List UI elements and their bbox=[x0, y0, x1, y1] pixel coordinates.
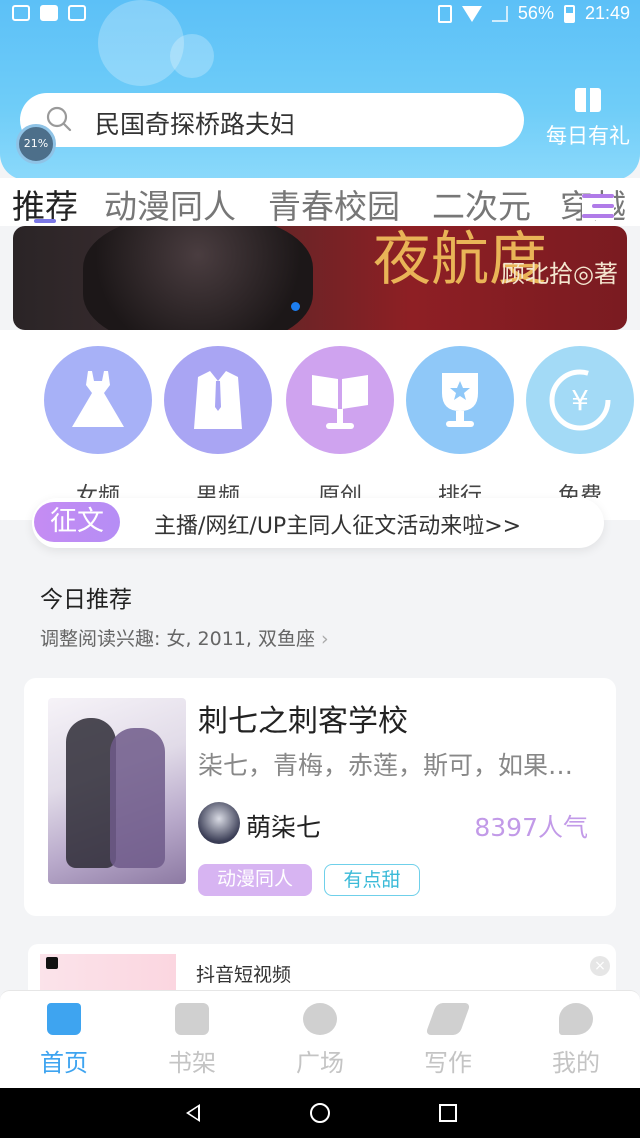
category-free[interactable]: ¥ bbox=[526, 346, 634, 454]
dress-icon bbox=[72, 371, 124, 427]
bookshelf-icon bbox=[175, 1003, 209, 1035]
category-label-ranking: 排行 bbox=[437, 484, 482, 498]
shirt-icon bbox=[194, 371, 242, 429]
tag-sweet[interactable]: 有点甜 bbox=[324, 864, 420, 896]
book-characters: 柒七，青梅，赤莲，斯可，如果… bbox=[198, 751, 574, 780]
book-stand-icon bbox=[312, 375, 368, 429]
system-nav-bar bbox=[0, 1088, 640, 1138]
menu-icon[interactable] bbox=[582, 194, 614, 220]
book-title[interactable]: 刺七之刺客学校 bbox=[198, 696, 408, 740]
status-bar: 56% 21:49 bbox=[0, 0, 640, 30]
reading-progress-badge[interactable]: 21% bbox=[16, 124, 56, 164]
notification-icon bbox=[12, 5, 30, 21]
category-male[interactable] bbox=[164, 346, 272, 454]
category-female[interactable] bbox=[44, 346, 152, 454]
nav-mine-label: 我的 bbox=[552, 1049, 600, 1077]
wifi-icon bbox=[461, 5, 482, 22]
app-header: 56% 21:49 民国奇探桥路夫妇 21% 每日有礼 bbox=[0, 0, 640, 180]
search-icon bbox=[46, 106, 72, 132]
search-input[interactable]: 民国奇探桥路夫妇 bbox=[95, 105, 295, 141]
home-button-icon[interactable] bbox=[310, 1103, 330, 1123]
nav-square[interactable]: 广场 bbox=[256, 991, 384, 1089]
decor-bubble bbox=[170, 34, 214, 78]
contest-notice[interactable]: 征文 主播/网红/UP主同人征文活动来啦>> bbox=[32, 498, 604, 548]
planet-icon bbox=[303, 1003, 337, 1035]
nav-bookshelf-label: 书架 bbox=[168, 1049, 216, 1077]
daily-gift-label: 每日有礼 bbox=[546, 124, 630, 148]
vibrate-icon bbox=[437, 4, 452, 23]
category-label-free: 免费 bbox=[557, 484, 602, 498]
nav-home-label: 首页 bbox=[40, 1049, 88, 1077]
yuan-icon: ¥ bbox=[549, 369, 611, 431]
home-icon bbox=[47, 1003, 81, 1035]
ad-title: 抖音短视频 bbox=[196, 964, 292, 986]
tab-anime-fanfic[interactable]: 动漫同人 bbox=[104, 180, 236, 226]
book-cover[interactable] bbox=[48, 698, 186, 884]
category-tabs: 推荐 动漫同人 青春校园 二次元 穿越 bbox=[0, 178, 640, 226]
tag-anime-fanfic[interactable]: 动漫同人 bbox=[198, 864, 312, 896]
category-label-male: 男频 bbox=[195, 484, 240, 498]
category-label-original: 原创 bbox=[317, 484, 362, 498]
contest-badge: 征文 bbox=[34, 502, 120, 542]
banner-author: 顾北拾◎著 bbox=[501, 260, 618, 288]
gift-icon bbox=[575, 88, 601, 112]
nav-write[interactable]: 写作 bbox=[384, 991, 512, 1089]
battery-icon bbox=[563, 4, 575, 23]
category-label-female: 女频 bbox=[75, 484, 120, 498]
trophy-icon bbox=[442, 373, 478, 427]
clock: 21:49 bbox=[584, 3, 630, 23]
nav-bookshelf[interactable]: 书架 bbox=[128, 991, 256, 1089]
activity-icon bbox=[68, 5, 86, 21]
section-title: 今日推荐 bbox=[40, 587, 132, 613]
chevron-right-icon: › bbox=[314, 628, 329, 650]
contest-text[interactable]: 主播/网红/UP主同人征文活动来啦>> bbox=[154, 508, 521, 540]
search-bar[interactable]: 民国奇探桥路夫妇 bbox=[20, 93, 524, 147]
back-icon[interactable] bbox=[186, 1104, 200, 1122]
daily-gift-button[interactable]: 每日有礼 bbox=[538, 88, 638, 150]
pen-icon bbox=[425, 1003, 471, 1035]
tiktok-icon bbox=[46, 957, 58, 969]
tab-youth-campus[interactable]: 青春校园 bbox=[268, 180, 400, 226]
tab-acg[interactable]: 二次元 bbox=[432, 180, 531, 226]
close-icon[interactable]: × bbox=[590, 956, 610, 976]
promo-banner[interactable]: 夜航度 顾北拾◎著 bbox=[13, 226, 627, 330]
signal-icon bbox=[491, 5, 508, 22]
recent-apps-icon[interactable] bbox=[439, 1104, 457, 1122]
nav-square-label: 广场 bbox=[296, 1049, 344, 1077]
carousel-indicator bbox=[291, 302, 300, 311]
active-tab-indicator bbox=[34, 219, 56, 223]
notification-icon bbox=[40, 5, 58, 21]
popularity-count: 8397人气 bbox=[474, 813, 588, 842]
avatar[interactable] bbox=[198, 802, 240, 844]
battery-percent: 56% bbox=[517, 3, 554, 23]
interest-settings-text: 调整阅读兴趣: 女, 2011, 双鱼座 bbox=[40, 628, 315, 650]
category-ranking[interactable] bbox=[406, 346, 514, 454]
banner-figure-image bbox=[83, 226, 313, 330]
cover-figure bbox=[66, 718, 116, 868]
cover-figure bbox=[110, 728, 165, 868]
book-card[interactable]: 刺七之刺客学校 柒七，青梅，赤莲，斯可，如果… 萌柒七 8397人气 动漫同人 … bbox=[24, 678, 616, 916]
chat-icon bbox=[559, 1003, 593, 1035]
svg-text:¥: ¥ bbox=[571, 384, 589, 417]
nav-home[interactable]: 首页 bbox=[0, 991, 128, 1089]
author-name[interactable]: 萌柒七 bbox=[246, 808, 321, 844]
bottom-nav: 首页 书架 广场 写作 我的 bbox=[0, 990, 640, 1088]
interest-settings-link[interactable]: 调整阅读兴趣: 女, 2011, 双鱼座 › bbox=[40, 624, 329, 651]
nav-write-label: 写作 bbox=[424, 1049, 472, 1077]
category-original[interactable] bbox=[286, 346, 394, 454]
nav-mine[interactable]: 我的 bbox=[512, 991, 640, 1089]
